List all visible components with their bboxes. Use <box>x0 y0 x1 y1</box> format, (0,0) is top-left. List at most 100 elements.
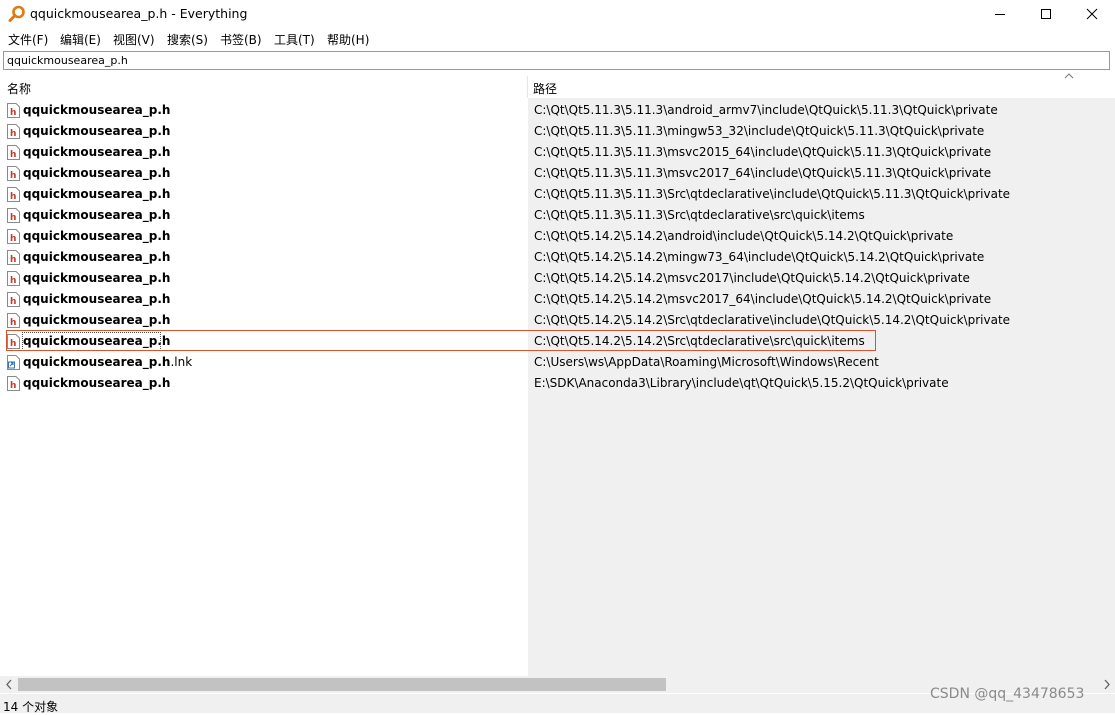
file-path[interactable]: C:\Qt\Qt5.14.2\5.14.2\msvc2017_64\includ… <box>534 292 991 306</box>
svg-text:h: h <box>10 192 16 202</box>
menu-bar: 文件(F) 编辑(E) 视图(V) 搜索(S) 书签(B) 工具(T) 帮助(H… <box>0 28 1115 49</box>
result-row[interactable]: h qquickmousearea_p.h C:\Qt\Qt5.14.2\5.14.… <box>0 247 1115 268</box>
header-file-icon: h <box>7 229 20 244</box>
file-name[interactable]: qquickmousearea_p.h <box>23 250 170 264</box>
file-name[interactable]: qquickmousearea_p.h <box>23 271 170 285</box>
file-name[interactable]: qquickmousearea_p.h <box>23 187 170 201</box>
result-row[interactable]: qquickmousearea_p.h.lnk C:\Users\ws\AppDa… <box>0 352 1115 373</box>
file-name-text: qquickmousearea_p.h <box>23 229 171 243</box>
svg-text:h: h <box>10 234 16 244</box>
file-path[interactable]: C:\Qt\Qt5.11.3\5.11.3\mingw53_32\include… <box>534 124 984 138</box>
menu-file[interactable]: 文件(F) <box>8 31 48 48</box>
close-button[interactable] <box>1069 0 1115 28</box>
column-divider[interactable] <box>527 76 528 98</box>
file-name[interactable]: qquickmousearea_p.h <box>23 166 170 180</box>
result-row[interactable]: h qquickmousearea_p.h C:\Qt\Qt5.14.2\5.14.… <box>0 289 1115 310</box>
highlight-annotation <box>6 330 876 351</box>
status-count: 14 个对象 <box>3 700 59 714</box>
search-input[interactable] <box>3 51 1110 70</box>
file-path[interactable]: C:\Qt\Qt5.14.2\5.14.2\msvc2017\include\Q… <box>534 271 970 285</box>
result-row[interactable]: h qquickmousearea_p.h C:\Qt\Qt5.11.3\5.11.… <box>0 121 1115 142</box>
result-row[interactable]: h qquickmousearea_p.h C:\Qt\Qt5.11.3\5.11.… <box>0 163 1115 184</box>
maximize-icon <box>1041 9 1051 19</box>
file-path[interactable]: C:\Qt\Qt5.11.3\5.11.3\Src\qtdeclarative\… <box>534 187 1010 201</box>
file-name-text: qquickmousearea_p.h <box>23 145 171 159</box>
svg-text:h: h <box>10 171 16 181</box>
scroll-right-icon[interactable] <box>1102 678 1112 691</box>
file-name-text: qquickmousearea_p.h <box>23 355 171 369</box>
svg-text:h: h <box>10 213 16 223</box>
file-path[interactable]: C:\Qt\Qt5.14.2\5.14.2\android\include\Qt… <box>534 229 953 243</box>
file-path[interactable]: C:\Users\ws\AppData\Roaming\Microsoft\Wi… <box>534 355 879 369</box>
file-name[interactable]: qquickmousearea_p.h <box>23 208 170 222</box>
menu-search[interactable]: 搜索(S) <box>167 31 208 48</box>
column-header-name[interactable]: 名称 <box>7 80 31 97</box>
file-name[interactable]: qquickmousearea_p.h <box>23 292 170 306</box>
file-path[interactable]: C:\Qt\Qt5.14.2\5.14.2\mingw73_64\include… <box>534 250 984 264</box>
file-path[interactable]: C:\Qt\Qt5.11.3\5.11.3\msvc2015_64\includ… <box>534 145 991 159</box>
file-name-text: qquickmousearea_p.h <box>23 103 171 117</box>
minimize-button[interactable] <box>977 0 1023 28</box>
result-row[interactable]: h qquickmousearea_p.h C:\Qt\Qt5.11.3\5.11.… <box>0 184 1115 205</box>
file-path[interactable]: C:\Qt\Qt5.11.3\5.11.3\Src\qtdeclarative\… <box>534 208 865 222</box>
file-name[interactable]: qquickmousearea_p.h <box>23 376 170 390</box>
header-file-icon: h <box>7 250 20 265</box>
result-row[interactable]: h qquickmousearea_p.h E:\SDK\Anaconda3\Lib… <box>0 373 1115 394</box>
svg-text:h: h <box>10 276 16 286</box>
file-name-text: qquickmousearea_p.h <box>23 271 171 285</box>
menu-help[interactable]: 帮助(H) <box>327 31 369 48</box>
result-row[interactable]: h qquickmousearea_p.h C:\Qt\Qt5.11.3\5.11.… <box>0 142 1115 163</box>
file-name-text: qquickmousearea_p.h <box>23 166 171 180</box>
file-name-text: qquickmousearea_p.h <box>23 208 171 222</box>
scrollbar-thumb[interactable] <box>18 678 666 691</box>
scroll-left-icon[interactable] <box>4 678 14 691</box>
magnifier-app-icon <box>8 5 25 22</box>
title-bar: qquickmousearea_p.h - Everything <box>0 0 1115 28</box>
svg-text:h: h <box>10 108 16 118</box>
svg-text:h: h <box>10 129 16 139</box>
header-file-icon: h <box>7 145 20 160</box>
watermark: CSDN @qq_43478653 <box>930 686 1085 702</box>
header-file-icon: h <box>7 187 20 202</box>
result-row[interactable]: h qquickmousearea_p.h C:\Qt\Qt5.11.3\5.11.… <box>0 205 1115 226</box>
close-icon <box>1086 8 1098 20</box>
file-name-text: qquickmousearea_p.h <box>23 250 171 264</box>
header-file-icon: h <box>7 313 20 328</box>
window-title: qquickmousearea_p.h - Everything <box>30 6 248 21</box>
menu-view[interactable]: 视图(V) <box>113 31 155 48</box>
file-path[interactable]: C:\Qt\Qt5.11.3\5.11.3\android_armv7\incl… <box>534 103 998 117</box>
file-name[interactable]: qquickmousearea_p.h <box>23 313 170 327</box>
file-path[interactable]: E:\SDK\Anaconda3\Library\include\qt\QtQu… <box>534 376 949 390</box>
header-file-icon: h <box>7 376 20 391</box>
file-name[interactable]: qquickmousearea_p.h <box>23 124 170 138</box>
header-file-icon: h <box>7 292 20 307</box>
menu-bookmarks[interactable]: 书签(B) <box>220 31 262 48</box>
result-row[interactable]: h qquickmousearea_p.h C:\Qt\Qt5.14.2\5.14.… <box>0 310 1115 331</box>
shortcut-file-icon <box>7 355 20 370</box>
file-name[interactable]: qquickmousearea_p.h <box>23 145 170 159</box>
maximize-button[interactable] <box>1023 0 1069 28</box>
header-file-icon: h <box>7 166 20 181</box>
result-row[interactable]: h qquickmousearea_p.h C:\Qt\Qt5.14.2\5.14.… <box>0 268 1115 289</box>
result-row[interactable]: h qquickmousearea_p.h C:\Qt\Qt5.11.3\5.11.… <box>0 100 1115 121</box>
column-header: 名称 路径 <box>0 76 1115 98</box>
column-header-path[interactable]: 路径 <box>533 80 557 97</box>
svg-text:h: h <box>10 318 16 328</box>
svg-text:h: h <box>10 381 16 391</box>
file-name-text: qquickmousearea_p.h <box>23 124 171 138</box>
file-name-text: qquickmousearea_p.h <box>23 292 171 306</box>
file-name-text: qquickmousearea_p.h <box>23 187 171 201</box>
file-path[interactable]: C:\Qt\Qt5.11.3\5.11.3\msvc2017_64\includ… <box>534 166 991 180</box>
file-name[interactable]: qquickmousearea_p.h.lnk <box>23 355 192 369</box>
result-row[interactable]: h qquickmousearea_p.h C:\Qt\Qt5.14.2\5.14.… <box>0 226 1115 247</box>
menu-tools[interactable]: 工具(T) <box>274 31 315 48</box>
header-file-icon: h <box>7 103 20 118</box>
header-file-icon: h <box>7 208 20 223</box>
svg-text:h: h <box>10 150 16 160</box>
file-name[interactable]: qquickmousearea_p.h <box>23 103 170 117</box>
header-file-icon: h <box>7 271 20 286</box>
file-name[interactable]: qquickmousearea_p.h <box>23 229 170 243</box>
file-path[interactable]: C:\Qt\Qt5.14.2\5.14.2\Src\qtdeclarative\… <box>534 313 1010 327</box>
minimize-icon <box>995 14 1005 15</box>
menu-edit[interactable]: 编辑(E) <box>60 31 101 48</box>
